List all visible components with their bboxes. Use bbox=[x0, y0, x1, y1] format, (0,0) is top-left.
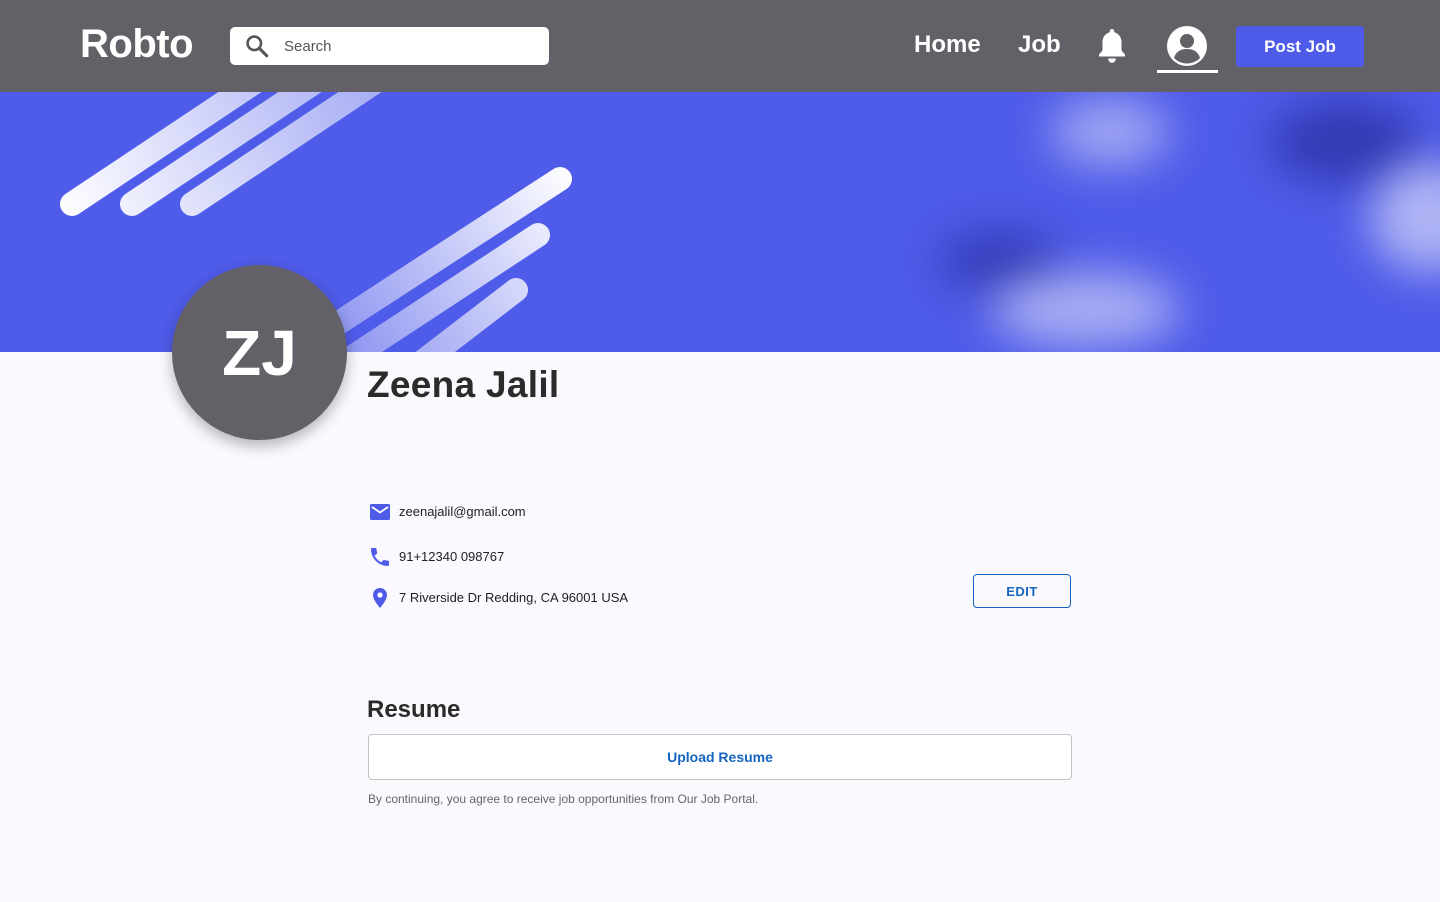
resume-heading: Resume bbox=[367, 696, 461, 723]
edit-profile-button[interactable]: EDIT bbox=[973, 574, 1071, 608]
upload-resume-button[interactable]: Upload Resume bbox=[368, 734, 1072, 780]
search-input[interactable] bbox=[284, 27, 539, 65]
bell-icon[interactable] bbox=[1096, 27, 1128, 65]
resume-disclaimer: By continuing, you agree to receive job … bbox=[368, 792, 759, 806]
nav-job-link[interactable]: Job bbox=[1018, 31, 1061, 59]
logo[interactable]: Robto bbox=[80, 22, 194, 67]
nav-home-link[interactable]: Home bbox=[914, 31, 981, 59]
contact-phone: 91+12340 098767 bbox=[399, 549, 505, 564]
post-job-button[interactable]: Post Job bbox=[1236, 26, 1364, 67]
contact-email: zeenajalil@gmail.com bbox=[399, 504, 526, 519]
search-bar[interactable] bbox=[230, 27, 549, 65]
account-circle-icon bbox=[1167, 26, 1207, 66]
profile-menu[interactable] bbox=[1157, 24, 1218, 73]
location-pin-icon bbox=[373, 588, 387, 608]
profile-name: Zeena Jalil bbox=[367, 364, 560, 405]
email-icon bbox=[370, 504, 390, 520]
contact-address: 7 Riverside Dr Redding, CA 96001 USA bbox=[399, 590, 629, 605]
avatar: ZJ bbox=[172, 265, 347, 440]
search-icon bbox=[246, 35, 269, 58]
active-tab-indicator bbox=[1157, 70, 1218, 73]
phone-icon bbox=[371, 548, 389, 566]
banner-blur-light bbox=[990, 272, 1180, 347]
banner-blur-light bbox=[1050, 97, 1170, 167]
top-nav-bar: Robto Home Job Post Job bbox=[0, 0, 1440, 92]
